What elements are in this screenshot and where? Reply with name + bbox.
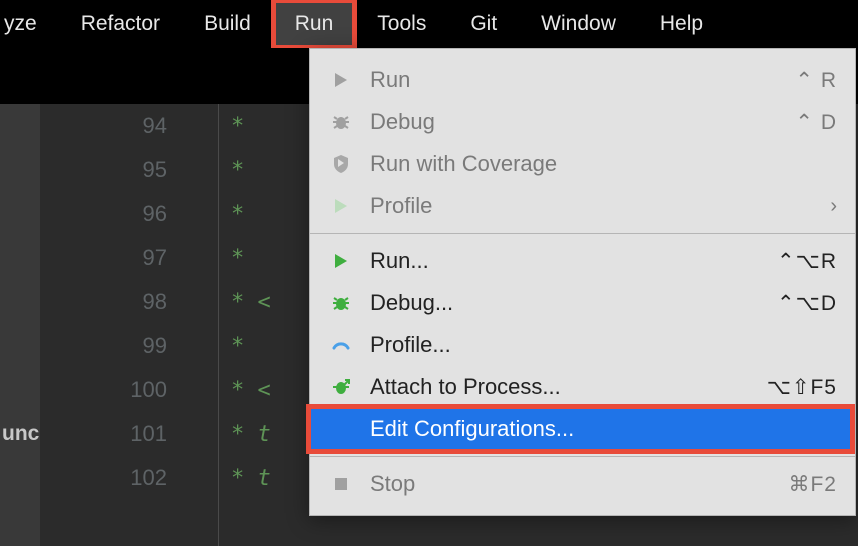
menu-label: Profile...	[370, 332, 837, 358]
menu-label: Attach to Process...	[370, 374, 767, 400]
menu-shortcut: ⌘F2	[788, 472, 837, 497]
code-token: *	[231, 202, 244, 227]
menubar-item-help[interactable]: Help	[638, 0, 725, 48]
code-token: *	[231, 114, 244, 139]
menubar-item-refactor[interactable]: Refactor	[59, 0, 182, 48]
menu-label: Run	[370, 67, 795, 93]
breakpoint-strip: unch	[0, 104, 40, 546]
arc-icon	[326, 335, 356, 355]
code-token: * <	[231, 378, 271, 403]
code-token: *	[231, 158, 244, 183]
menu-item-run-coverage[interactable]: Run with Coverage	[310, 143, 855, 185]
line-number: 98	[40, 280, 167, 324]
code-token: * t	[231, 422, 271, 447]
line-gutter: 94 95 96 97 98 99 100 101 102	[40, 104, 195, 546]
line-number: 95	[40, 148, 167, 192]
code-token: *	[231, 334, 244, 359]
line-number: 102	[40, 456, 167, 500]
line-number: 99	[40, 324, 167, 368]
code-token: * t	[231, 466, 271, 491]
bug-icon	[326, 112, 356, 132]
menu-item-debug-dots[interactable]: Debug... ⌃⌥D	[310, 282, 855, 324]
stop-icon	[326, 476, 356, 492]
menubar-item-git[interactable]: Git	[448, 0, 519, 48]
menu-shortcut: ⌥⇧F5	[767, 375, 837, 400]
menu-shortcut: ⌃ D	[795, 110, 837, 135]
menu-label: Profile	[370, 193, 830, 219]
menu-item-run-dots[interactable]: Run... ⌃⌥R	[310, 240, 855, 282]
menu-label: Debug	[370, 109, 795, 135]
run-menu-dropdown: Run ⌃ R Debug ⌃ D Run with Coverage Prof…	[309, 48, 856, 516]
menubar-item-build[interactable]: Build	[182, 0, 273, 48]
menu-shortcut: ⌃⌥D	[777, 291, 837, 316]
menu-item-edit-configurations[interactable]: Edit Configurations...	[310, 408, 855, 450]
play-icon	[326, 71, 356, 89]
menu-item-profile-dots[interactable]: Profile...	[310, 324, 855, 366]
chevron-right-icon: ›	[830, 195, 837, 218]
code-token: *	[231, 246, 244, 271]
menu-label: Stop	[370, 471, 788, 497]
menubar: yze Refactor Build Run Tools Git Window …	[0, 0, 858, 48]
play-soft-icon	[326, 197, 356, 215]
menubar-item-window[interactable]: Window	[519, 0, 638, 48]
line-number: 101	[40, 412, 167, 456]
line-number: 100	[40, 368, 167, 412]
menu-label: Run with Coverage	[370, 151, 837, 177]
menu-item-attach-process[interactable]: Attach to Process... ⌥⇧F5	[310, 366, 855, 408]
side-label: unch	[0, 412, 40, 456]
menu-separator	[310, 456, 855, 457]
menu-separator	[310, 233, 855, 234]
play-icon	[326, 252, 356, 270]
shield-icon	[326, 154, 356, 174]
menu-label: Debug...	[370, 290, 777, 316]
menu-item-run[interactable]: Run ⌃ R	[310, 59, 855, 101]
line-number: 94	[40, 104, 167, 148]
menu-item-stop[interactable]: Stop ⌘F2	[310, 463, 855, 505]
menu-shortcut: ⌃⌥R	[777, 249, 837, 274]
menubar-item-analyze[interactable]: yze	[0, 0, 59, 48]
menu-item-profile[interactable]: Profile ›	[310, 185, 855, 227]
menu-label: Edit Configurations...	[370, 416, 837, 442]
menu-shortcut: ⌃ R	[795, 68, 837, 93]
bug-icon	[326, 293, 356, 313]
line-number: 97	[40, 236, 167, 280]
code-token: * <	[231, 290, 271, 315]
menu-item-debug[interactable]: Debug ⌃ D	[310, 101, 855, 143]
bug-attach-icon	[326, 377, 356, 397]
line-number: 96	[40, 192, 167, 236]
menubar-item-tools[interactable]: Tools	[355, 0, 448, 48]
menubar-item-run[interactable]: Run	[273, 0, 356, 48]
menu-label: Run...	[370, 248, 777, 274]
